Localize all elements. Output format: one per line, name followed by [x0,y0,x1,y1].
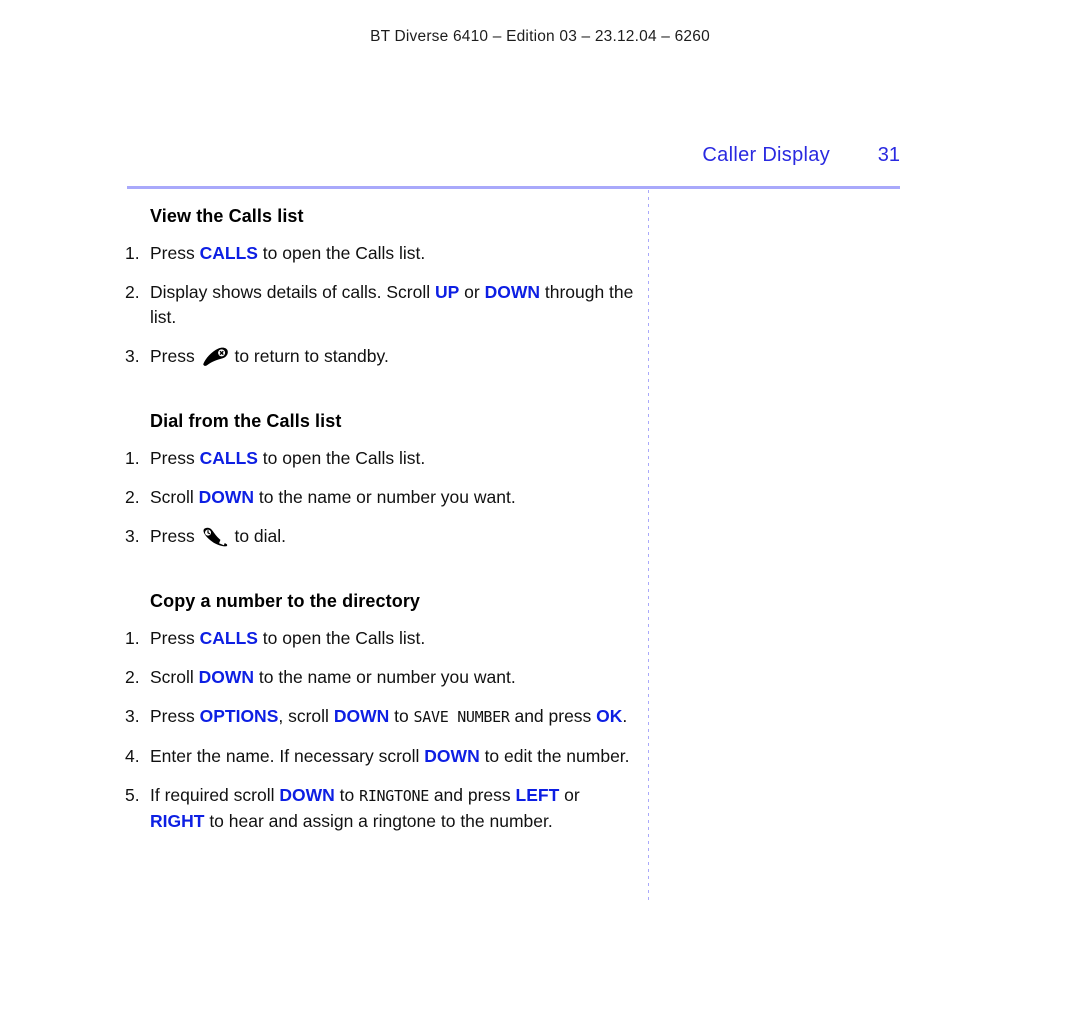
running-header: BT Diverse 6410 – Edition 03 – 23.12.04 … [370,28,710,45]
step-number: 3. [125,526,140,546]
key-label: DOWN [198,487,255,507]
step-item: 2. Scroll DOWN to the name or number you … [125,485,635,510]
key-label: UP [434,282,460,302]
step-list: 1. Press CALLS to open the Calls list. 2. S… [125,626,635,834]
section: View the Calls list 1. Press CALLS to open… [125,206,635,369]
step-item: 1. Press CALLS to open the Calls list. [125,446,635,471]
section: Dial from the Calls list 1. Press CALLS to… [125,411,635,549]
step-item: 3. Press OPTIONS, scroll DOWN to SAVE NUM… [125,704,635,730]
step-number: 2. [125,667,140,687]
key-label: DOWN [279,785,335,805]
step-item: 2. Scroll DOWN to the name or number you … [125,665,635,690]
chapter-bar: Caller Display 31 [127,144,900,167]
step-list: 1. Press CALLS to open the Calls list. 2. D… [125,241,635,369]
step-number: 3. [125,706,140,726]
key-label: DOWN [484,282,540,302]
section-heading: Dial from the Calls list [150,411,342,431]
step-item: 4. Enter the name. If necessary scroll DO… [125,744,635,769]
step-number: 2. [125,282,140,302]
handset-dial-icon [201,526,229,547]
step-item: 3. Press to dial. [125,524,635,549]
header-rule [127,186,900,189]
key-label: CALLS [199,448,258,468]
step-number: 3. [125,346,140,366]
step-item: 1. Press CALLS to open the Calls list. [125,241,635,266]
key-label: DOWN [333,706,390,726]
step-number: 5. [125,785,140,805]
column-divider [648,190,649,902]
display-text: RINGTONE [359,787,429,805]
section: Copy a number to the directory 1. Press CA… [125,591,635,834]
step-item: 5. If required scroll DOWN to RINGTONE an… [125,785,580,831]
step-number: 1. [125,628,140,648]
key-label: OPTIONS [199,706,279,726]
step-item: 1. Press CALLS to open the Calls list. [125,626,635,651]
step-number: 1. [125,448,140,468]
section-heading: Copy a number to the directory [150,591,421,611]
display-text: SAVE NUMBER [413,708,510,726]
page-number: 31 [877,144,900,166]
key-label: OK [596,706,623,726]
section-heading: View the Calls list [150,206,304,226]
step-number: 1. [125,243,140,263]
key-label: DOWN [424,746,480,766]
step-item: 3. Press to return to standby. [125,344,635,369]
key-label: DOWN [198,667,255,687]
step-number: 4. [125,746,140,766]
key-label: CALLS [199,628,258,648]
step-list: 1. Press CALLS to open the Calls list. 2. S… [125,446,635,549]
step-number: 2. [125,487,140,507]
content-column: View the Calls list 1. Press CALLS to open… [125,206,635,848]
key-label: RIGHT [150,811,205,831]
key-label: LEFT [515,785,560,805]
key-label: CALLS [199,243,258,263]
step-item: 2. Display shows details of calls. Scroll… [125,282,634,327]
chapter-title: Caller Display [702,144,830,166]
handset-hangup-icon [201,346,229,367]
